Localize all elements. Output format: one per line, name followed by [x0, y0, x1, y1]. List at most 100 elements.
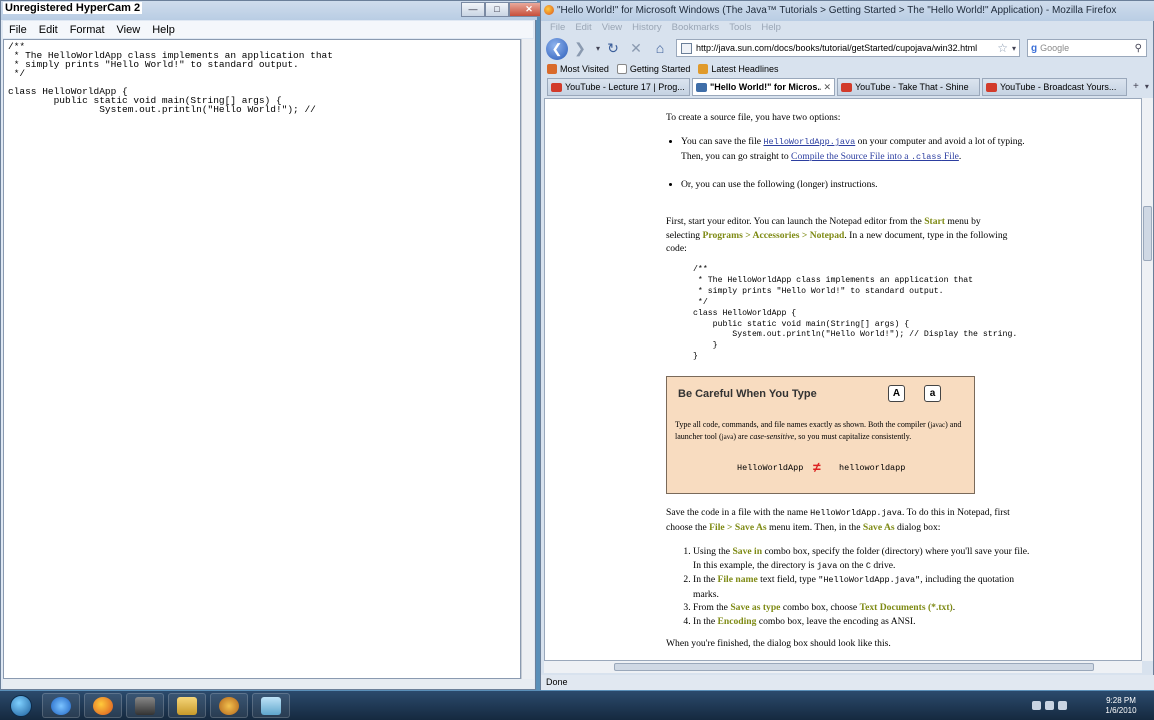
system-tray — [1030, 693, 1069, 718]
stop-icon[interactable]: ✕ — [626, 38, 646, 58]
tab-youtube-lecture[interactable]: YouTube - Lecture 17 | Prog... — [547, 78, 690, 96]
menu-help[interactable]: Help — [756, 22, 786, 36]
taskbar: 9:28 PM 1/6/2010 — [0, 691, 1154, 720]
horizontal-scroll-thumb[interactable] — [614, 663, 1094, 671]
java-icon — [696, 82, 707, 92]
save-steps-list: Using the Save in combo box, specify the… — [681, 545, 1031, 629]
bookmark-most-visited[interactable]: Most Visited — [547, 63, 609, 74]
url-dropdown-icon[interactable]: ▾ — [1012, 44, 1019, 53]
tab-bar: YouTube - Lecture 17 | Prog... "Hello Wo… — [541, 78, 1154, 97]
history-dropdown-icon[interactable]: ▾ — [593, 38, 603, 58]
tab-hello-world[interactable]: "Hello World!" for Micros... ✕ — [692, 78, 835, 96]
careful-text: Type all code, commands, and file names … — [675, 420, 962, 441]
youtube-icon — [841, 82, 852, 92]
tab-list-icon[interactable]: ▾ — [1143, 78, 1151, 97]
firefox-window: "Hello World!" for Microsoft Windows (Th… — [540, 0, 1154, 690]
notepad-title-bar[interactable]: Unregistered HyperCam 2 — □ ✕ — [1, 1, 549, 20]
page-horizontal-scrollbar[interactable] — [544, 661, 1142, 673]
notepad-text-area[interactable]: /** * The HelloWorldApp class implements… — [3, 39, 521, 679]
google-icon: g — [1031, 42, 1038, 54]
menu-view[interactable]: View — [597, 22, 627, 36]
notepad-title: Unregistered HyperCam 2 — [3, 2, 143, 14]
network-icon[interactable] — [1032, 701, 1041, 710]
firefox-status-bar: Done — [541, 675, 1154, 690]
status-text: Done — [546, 677, 568, 687]
menu-history[interactable]: History — [627, 22, 667, 36]
most-visited-icon — [547, 63, 557, 74]
taskbar-app3[interactable] — [126, 693, 164, 718]
youtube-icon — [986, 82, 997, 92]
maximize-button[interactable]: □ — [485, 2, 509, 17]
menu-format[interactable]: Format — [64, 24, 111, 36]
search-box[interactable]: g Google ⚲ — [1027, 39, 1147, 57]
taskbar-ie[interactable] — [42, 693, 80, 718]
clock-time: 9:28 PM — [1106, 696, 1136, 705]
option-manual: Or, you can use the following (longer) i… — [681, 178, 1026, 192]
bookmark-star-icon[interactable]: ☆ — [997, 41, 1012, 55]
firefox-menu-bar: File Edit View History Bookmarks Tools H… — [545, 22, 786, 36]
tab-youtube-take-that[interactable]: YouTube - Take That - Shine — [837, 78, 980, 96]
clock-date: 1/6/2010 — [1105, 706, 1137, 715]
taskbar-firefox[interactable] — [84, 693, 122, 718]
bookmarks-toolbar: Most Visited Getting Started Latest Head… — [541, 60, 1154, 77]
tab-close-icon[interactable]: ✕ — [823, 82, 831, 93]
reload-icon[interactable]: ↻ — [603, 38, 623, 58]
firefox-icon — [93, 696, 113, 715]
step-file-name: In the File name text field, type "Hello… — [693, 573, 1031, 601]
flag-icon[interactable] — [1058, 701, 1067, 710]
notepad-status-bar — [3, 679, 534, 689]
site-favicon-icon — [681, 42, 692, 54]
menu-view[interactable]: View — [111, 24, 147, 36]
careful-note-box: Be Careful When You Type A a Type all co… — [666, 376, 975, 494]
windows-logo-icon — [10, 694, 32, 717]
menu-file[interactable]: File — [3, 24, 33, 36]
url-bar[interactable]: http://java.sun.com/docs/books/tutorial/… — [676, 39, 1020, 57]
key-uppercase-a: A — [888, 385, 905, 402]
minimize-button[interactable]: — — [461, 2, 485, 17]
taskbar-notepad[interactable] — [252, 693, 290, 718]
search-icon[interactable]: ⚲ — [1135, 43, 1146, 54]
tab-youtube-broadcast[interactable]: YouTube - Broadcast Yours... — [982, 78, 1127, 96]
step-save-in: Using the Save in combo box, specify the… — [693, 545, 1031, 573]
page-vertical-scrollbar[interactable] — [1142, 98, 1153, 661]
search-placeholder: Google — [1040, 43, 1070, 53]
bookmark-latest-headlines[interactable]: Latest Headlines — [698, 63, 778, 74]
save-instructions: Save the code in a file with the name He… — [666, 507, 1010, 533]
option-download: You can save the file HelloWorldApp.java… — [681, 135, 1026, 164]
back-button[interactable]: ❮ — [546, 38, 568, 60]
firefox-title-bar[interactable]: "Hello World!" for Microsoft Windows (Th… — [541, 1, 1154, 21]
taskbar-hypercam[interactable] — [210, 693, 248, 718]
menu-edit[interactable]: Edit — [570, 22, 596, 36]
code-sample: /** * The HelloWorldApp class implements… — [693, 265, 1018, 362]
home-icon[interactable]: ⌂ — [649, 38, 671, 58]
notepad-menu-bar: File Edit Format View Help — [3, 21, 533, 38]
menu-edit[interactable]: Edit — [33, 24, 64, 36]
notepad-vertical-scrollbar[interactable] — [521, 39, 534, 679]
start-button[interactable] — [4, 693, 38, 718]
forward-button[interactable]: ❯ — [569, 38, 591, 58]
menu-tools[interactable]: Tools — [724, 22, 756, 36]
volume-icon[interactable] — [1045, 701, 1054, 710]
bookmark-getting-started[interactable]: Getting Started — [616, 63, 690, 74]
clock[interactable]: 9:28 PM 1/6/2010 — [1094, 696, 1148, 716]
key-lowercase-a: a — [924, 385, 941, 402]
careful-title: Be Careful When You Type — [678, 388, 817, 400]
menu-bookmarks[interactable]: Bookmarks — [667, 22, 725, 36]
firefox-logo-icon — [544, 5, 554, 15]
finished-text: When you're finished, the dialog box sho… — [666, 638, 891, 649]
compile-link[interactable]: Compile the Source File into a .class Fi… — [791, 151, 959, 162]
firefox-title: "Hello World!" for Microsoft Windows (Th… — [557, 5, 1117, 16]
vertical-scroll-thumb[interactable] — [1143, 206, 1152, 261]
not-equal-icon: ≠ — [813, 459, 821, 475]
menu-file[interactable]: File — [545, 22, 570, 36]
page-icon — [616, 63, 627, 74]
new-tab-icon[interactable]: + — [1129, 78, 1143, 97]
file-link[interactable]: HelloWorldApp.java — [763, 137, 855, 147]
case-comparison: HelloWorldApp helloworldapp — [737, 463, 906, 473]
taskbar-explorer[interactable] — [168, 693, 206, 718]
page-content: To create a source file, you have two op… — [544, 98, 1142, 661]
internet-explorer-icon — [51, 696, 71, 715]
menu-help[interactable]: Help — [146, 24, 181, 36]
intro-text: To create a source file, you have two op… — [666, 112, 841, 123]
folder-icon — [177, 696, 197, 715]
